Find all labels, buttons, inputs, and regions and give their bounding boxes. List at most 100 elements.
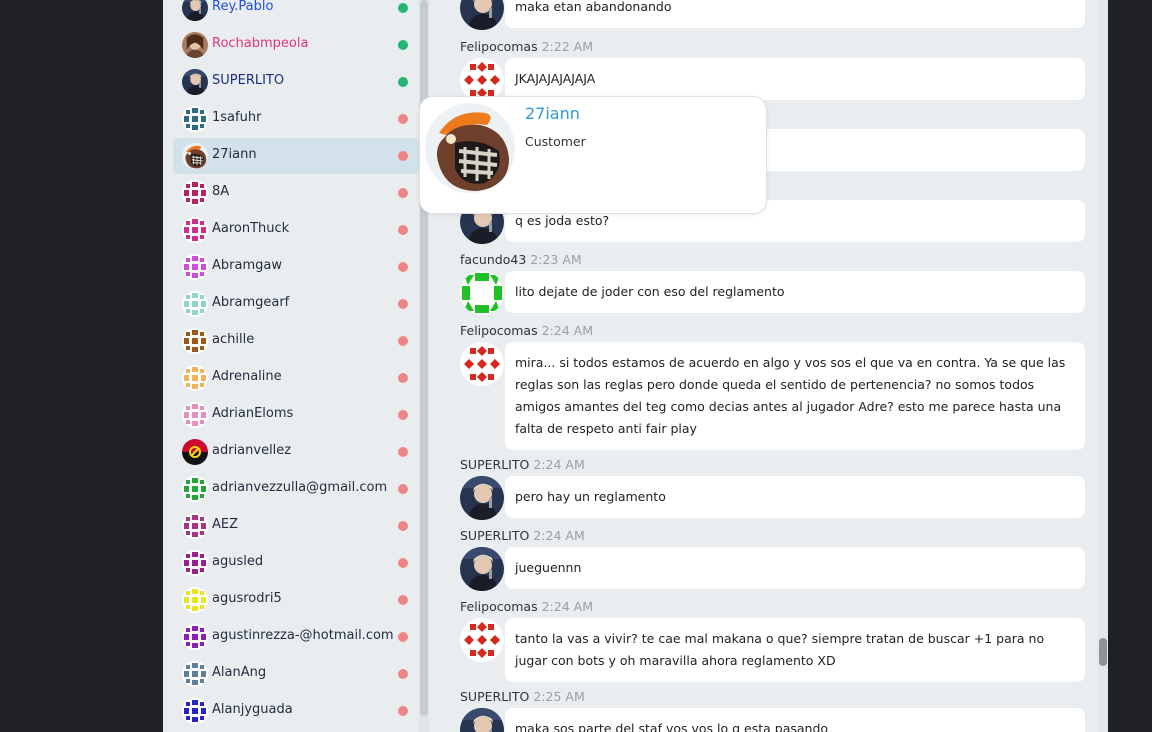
message-avatar[interactable]: [460, 708, 504, 732]
message-author[interactable]: facundo43: [460, 252, 526, 267]
message-avatar[interactable]: [460, 476, 504, 520]
user-avatar: [182, 32, 208, 58]
user-avatar: [182, 254, 208, 280]
user-avatar: [182, 476, 208, 502]
user-list-item[interactable]: Abramgaw: [173, 249, 419, 285]
message-time: 2:24 AM: [533, 457, 585, 472]
status-dot: [398, 114, 408, 124]
user-name: 8A: [212, 184, 230, 199]
status-dot: [398, 225, 408, 235]
message-author[interactable]: Felipocomas: [460, 599, 538, 614]
message-time: 2:22 AM: [541, 39, 593, 54]
user-name: Adrenaline: [212, 369, 282, 384]
user-avatar: [182, 0, 208, 21]
chat-scroll-thumb[interactable]: [1099, 638, 1107, 666]
message-avatar[interactable]: [460, 0, 504, 30]
status-dot: [398, 40, 408, 50]
user-list-item[interactable]: 1safuhr: [173, 101, 419, 137]
message-time: 2:24 AM: [541, 599, 593, 614]
user-list-item[interactable]: Rochabmpeola: [173, 27, 419, 63]
user-name: Rey.Pablo: [212, 0, 274, 14]
message-bubble: lito dejate de joder con eso del reglame…: [505, 271, 1085, 313]
message-header: Felipocomas 2:24 AM: [460, 599, 593, 614]
user-avatar: [182, 661, 208, 687]
user-list-item[interactable]: achille: [173, 323, 419, 359]
user-list: Rey.Pablo Rochabmpeola SUPERLITO 1safuhr 27i…: [163, 0, 419, 732]
user-list-item[interactable]: agusled: [173, 545, 419, 581]
user-list-item[interactable]: adrianvellez: [173, 434, 419, 470]
message-author[interactable]: SUPERLITO: [460, 457, 529, 472]
user-list-item[interactable]: AEZ: [173, 508, 419, 544]
message-bubble: JKAJAJAJAJAJA: [505, 58, 1085, 100]
message-author[interactable]: Felipocomas: [460, 323, 538, 338]
message-bubble: maka sos parte del staf vos vos lo q est…: [505, 708, 1085, 732]
message-avatar[interactable]: [460, 271, 504, 315]
message-avatar[interactable]: [460, 547, 504, 591]
message-author[interactable]: Felipocomas: [460, 39, 538, 54]
profile-role: Customer: [525, 134, 586, 149]
chat-scrollbar[interactable]: [1097, 0, 1108, 732]
user-list-item[interactable]: SUPERLITO: [173, 64, 419, 100]
user-name: 27iann: [212, 147, 257, 162]
user-list-item[interactable]: Alanjyguada: [173, 693, 419, 729]
user-name: agusrodri5: [212, 591, 282, 606]
message-bubble: tanto la vas a vivir? te cae mal makana …: [505, 618, 1085, 682]
user-name: Abramgearf: [212, 295, 290, 310]
user-avatar: [182, 587, 208, 613]
user-name: AaronThuck: [212, 221, 290, 236]
status-dot: [398, 188, 408, 198]
user-list-item[interactable]: agusrodri5: [173, 582, 419, 618]
status-dot: [398, 373, 408, 383]
status-dot: [398, 669, 408, 679]
user-list-item[interactable]: AdrianEloms: [173, 397, 419, 433]
status-dot: [398, 410, 408, 420]
user-avatar: [182, 180, 208, 206]
user-list-item[interactable]: Rey.Pablo: [173, 0, 419, 26]
profile-avatar: [425, 103, 515, 193]
user-avatar: [182, 328, 208, 354]
message-bubble: pero hay un reglamento: [505, 476, 1085, 518]
user-list-item[interactable]: Adrenaline: [173, 360, 419, 396]
user-avatar: [182, 69, 208, 95]
user-list-item[interactable]: Abramgearf: [173, 286, 419, 322]
user-name: adrianvezzulla@gmail.com: [212, 480, 388, 495]
user-list-item[interactable]: agustinrezza-@hotmail.com: [173, 619, 419, 655]
status-dot: [398, 299, 408, 309]
user-name: AdrianEloms: [212, 406, 294, 421]
user-list-item[interactable]: adrianvezzulla@gmail.com: [173, 471, 419, 507]
user-name: Rochabmpeola: [212, 36, 309, 51]
user-avatar: [182, 291, 208, 317]
message-header: Felipocomas 2:24 AM: [460, 323, 593, 338]
status-dot: [398, 484, 408, 494]
user-list-item[interactable]: AaronThuck: [173, 212, 419, 248]
user-name: adrianvellez: [212, 443, 292, 458]
status-dot: [398, 632, 408, 642]
user-avatar: [182, 513, 208, 539]
message-time: 2:25 AM: [533, 689, 585, 704]
user-avatar: [182, 143, 208, 169]
user-name: agustinrezza-@hotmail.com: [212, 628, 394, 643]
user-avatar: [182, 624, 208, 650]
user-list-item[interactable]: 8A: [173, 175, 419, 211]
user-avatar: [182, 217, 208, 243]
status-dot: [398, 521, 408, 531]
user-list-item[interactable]: 27iann: [173, 138, 419, 174]
message-avatar[interactable]: [460, 618, 504, 662]
status-dot: [398, 447, 408, 457]
message-author[interactable]: SUPERLITO: [460, 689, 529, 704]
message-avatar[interactable]: [460, 342, 504, 386]
user-profile-popup: 27iann Customer: [419, 96, 767, 214]
message-bubble: jueguennn: [505, 547, 1085, 589]
user-name: Abramgaw: [212, 258, 282, 273]
status-dot: [398, 595, 408, 605]
user-avatar: [182, 698, 208, 724]
user-list-item[interactable]: AlanAng: [173, 656, 419, 692]
user-name: agusled: [212, 554, 264, 569]
message-author[interactable]: SUPERLITO: [460, 528, 529, 543]
user-name: SUPERLITO: [212, 73, 285, 88]
status-dot: [398, 336, 408, 346]
user-name: AEZ: [212, 517, 239, 532]
message-header: facundo43 2:23 AM: [460, 252, 582, 267]
user-avatar: [182, 550, 208, 576]
profile-name[interactable]: 27iann: [525, 104, 580, 123]
